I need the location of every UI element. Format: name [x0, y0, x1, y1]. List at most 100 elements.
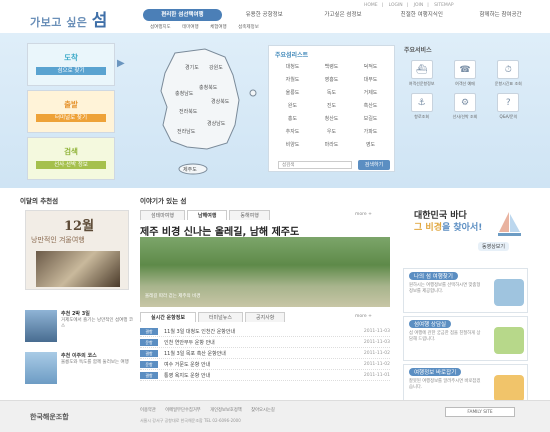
- subnav-item[interactable]: 섬축제정보: [238, 25, 259, 30]
- nav-item-port-info[interactable]: 유용한 공항정보: [225, 9, 304, 21]
- nav-item-travel-qna[interactable]: 친절한 여행지식인: [382, 9, 461, 21]
- tab-live-service[interactable]: 실시간 운항정보: [140, 312, 196, 322]
- story-more-link[interactable]: more +: [355, 212, 372, 217]
- map-label[interactable]: 제주도: [183, 166, 197, 173]
- service-item[interactable]: ⚓ 항로조회: [400, 93, 443, 120]
- island-link[interactable]: 추자도: [273, 128, 312, 135]
- news-row[interactable]: 결항 통영 욕지도 운항 안내 2011-11-01: [140, 370, 390, 381]
- tab-notice[interactable]: 공지사항: [244, 312, 286, 322]
- join-link[interactable]: JOIN: [414, 3, 424, 8]
- news-more-link[interactable]: more +: [355, 314, 372, 319]
- search-button[interactable]: 검색하기: [358, 160, 390, 170]
- island-link[interactable]: 청산도: [312, 115, 351, 122]
- island-link[interactable]: 흑산도: [351, 102, 390, 109]
- news-row[interactable]: 운항 인천 연안부두 운항 안내 2011-11-03: [140, 337, 390, 348]
- island-link[interactable]: 울릉도: [273, 89, 312, 96]
- main-navigation: 편리한 섬선택여행 유용한 공항정보 가고싶은 섬정보 친절한 여행지식인 함께…: [140, 9, 540, 21]
- footer-link[interactable]: 이용약관: [140, 408, 156, 413]
- island-link[interactable]: 비양도: [273, 141, 312, 148]
- footer-link[interactable]: 찾아오시는길: [251, 408, 275, 413]
- sitemap-link[interactable]: SITEMAP: [434, 3, 453, 8]
- tab-theme[interactable]: 섬테마여행: [140, 210, 186, 220]
- tab-east-sea[interactable]: 동해여행: [229, 210, 270, 220]
- quick-button[interactable]: 선사·선박 정보: [36, 161, 106, 169]
- footer-link[interactable]: 개인정보보호정책: [210, 408, 242, 413]
- subnav-item[interactable]: 섬여행지도: [150, 25, 171, 30]
- recommend-item[interactable]: 추천 2박 3일 거제도에서 즐기는 낭만적인 섬여행 코스: [25, 310, 135, 350]
- side-box[interactable]: 섬여행 상담실 섬 여행에 관한 궁금한 점을 친절하게 상담해 드립니다.: [403, 316, 528, 361]
- quick-arrival[interactable]: 도착 섬으로 찾기: [27, 43, 115, 86]
- news-row[interactable]: 운항 여수 거문도 운항 안내 2011-11-02: [140, 359, 390, 370]
- island-search-input[interactable]: 섬검색: [278, 161, 352, 169]
- arrow-right-icon: ▶: [117, 58, 125, 69]
- map-label[interactable]: 경상남도: [207, 120, 226, 127]
- island-link[interactable]: 홍도: [273, 115, 312, 122]
- side-box[interactable]: 나의 섬 여행찾기 원하시는 여행정보를 선택하시면 맞춤형 정보를 제공합니다.: [403, 268, 528, 313]
- news-section: 실시간 운항정보 터미널뉴스 공지사항 결항 11월 3일 대청도 인천간 운항안…: [140, 312, 390, 381]
- nav-item-island-travel[interactable]: 편리한 섬선택여행: [143, 9, 222, 21]
- recommend-item[interactable]: 추천 이주의 코스 울릉도와 독도를 함께 둘러보는 여행: [25, 352, 135, 392]
- island-link[interactable]: 가파도: [351, 128, 390, 135]
- banner-highlight: 그 비경: [414, 223, 442, 233]
- island-link[interactable]: 거제도: [351, 89, 390, 96]
- island-link[interactable]: 영흥도: [312, 76, 351, 83]
- quick-departure[interactable]: 출발 터미널로 찾기: [27, 90, 115, 133]
- service-label: Q&A/문의: [499, 114, 518, 119]
- home-link[interactable]: HOME: [364, 3, 378, 8]
- service-item[interactable]: ? Q&A/문의: [487, 93, 530, 120]
- login-link[interactable]: LOGIN: [389, 3, 403, 8]
- map-label[interactable]: 전라남도: [177, 128, 196, 135]
- map-label[interactable]: 강원도: [209, 64, 223, 71]
- service-item[interactable]: ☎ 여객선 예매: [443, 60, 486, 87]
- quick-title: 도착: [64, 53, 78, 62]
- island-link[interactable]: 완도: [273, 102, 312, 109]
- video-banner[interactable]: 대한민국 바다 그 비경을 찾아서! 동영상보기: [398, 200, 530, 260]
- island-link[interactable]: 마라도: [312, 141, 351, 148]
- service-item[interactable]: ⏱ 운항시간표 조회: [487, 60, 530, 87]
- subnav-item[interactable]: 체험여행: [210, 25, 227, 30]
- sub-navigation: 섬여행지도 테마여행 체험여행 섬축제정보: [150, 24, 269, 30]
- island-link[interactable]: 영도: [351, 141, 390, 148]
- island-link[interactable]: 독도: [312, 89, 351, 96]
- subnav-item[interactable]: 테마여행: [182, 25, 199, 30]
- island-link[interactable]: 백령도: [312, 63, 351, 70]
- map-label[interactable]: 경기도: [185, 64, 199, 71]
- service-item[interactable]: ⚙ 선사/선박 조회: [443, 93, 486, 120]
- island-link[interactable]: 보길도: [351, 115, 390, 122]
- nav-item-community[interactable]: 함께하는 참여공간: [461, 9, 540, 21]
- korea-map[interactable]: 경기도 강원도 충청북도 충청남도 경상북도 전라북도 경상남도 전라남도 제주…: [135, 45, 267, 185]
- island-link[interactable]: 대청도: [273, 63, 312, 70]
- map-label[interactable]: 충청북도: [199, 84, 218, 91]
- site-logo[interactable]: 가보고 싶은 섬: [30, 6, 108, 31]
- map-ulleung[interactable]: [249, 89, 257, 97]
- tab-south-sea[interactable]: 남해여행: [187, 210, 228, 220]
- story-headline[interactable]: 제주 비경 신나는 올레길, 남해 제주도: [140, 223, 390, 238]
- tab-terminal-news[interactable]: 터미널뉴스: [197, 312, 243, 322]
- service-label: 여객선운항정보: [408, 81, 435, 86]
- service-label: 여객선 예매: [455, 81, 475, 86]
- nav-item-island-info[interactable]: 가고싶은 섬정보: [304, 9, 383, 21]
- quick-search[interactable]: 검색 선사·선박 정보: [27, 137, 115, 180]
- story-image[interactable]: 올레길 따라 걷는 제주의 비경: [140, 237, 390, 307]
- video-link[interactable]: 동영상보기: [478, 242, 510, 251]
- service-item[interactable]: ⛴ 여객선운항정보: [400, 60, 443, 87]
- island-link[interactable]: 자월도: [273, 76, 312, 83]
- map-label[interactable]: 전라북도: [179, 108, 198, 115]
- clock-icon: ⏱: [497, 60, 520, 79]
- story-image-caption: 올레길 따라 걷는 제주의 비경: [145, 294, 201, 299]
- map-label[interactable]: 충청남도: [175, 90, 194, 97]
- quick-button[interactable]: 터미널로 찾기: [36, 114, 106, 122]
- island-link[interactable]: 우도: [312, 128, 351, 135]
- quick-button[interactable]: 섬으로 찾기: [36, 67, 106, 75]
- news-row[interactable]: 결항 11월 3일 목포 흑산 운항안내 2011-11-02: [140, 348, 390, 359]
- banner-line2-rest: 을 찾아서!: [441, 223, 483, 233]
- news-row[interactable]: 결항 11월 3일 대청도 인천간 운항안내 2011-11-03: [140, 326, 390, 337]
- map-label[interactable]: 경상북도: [211, 98, 230, 105]
- island-link[interactable]: 대부도: [351, 76, 390, 83]
- footer-link[interactable]: 이메일무단수집거부: [165, 408, 201, 413]
- recommend-poster[interactable]: 12월 낭만적인 겨울여행: [25, 210, 129, 290]
- island-link[interactable]: 진도: [312, 102, 351, 109]
- island-link[interactable]: 덕적도: [351, 63, 390, 70]
- family-site-select[interactable]: FAMILY SITE: [445, 407, 515, 417]
- logo-text: 가보고 싶은: [30, 16, 88, 29]
